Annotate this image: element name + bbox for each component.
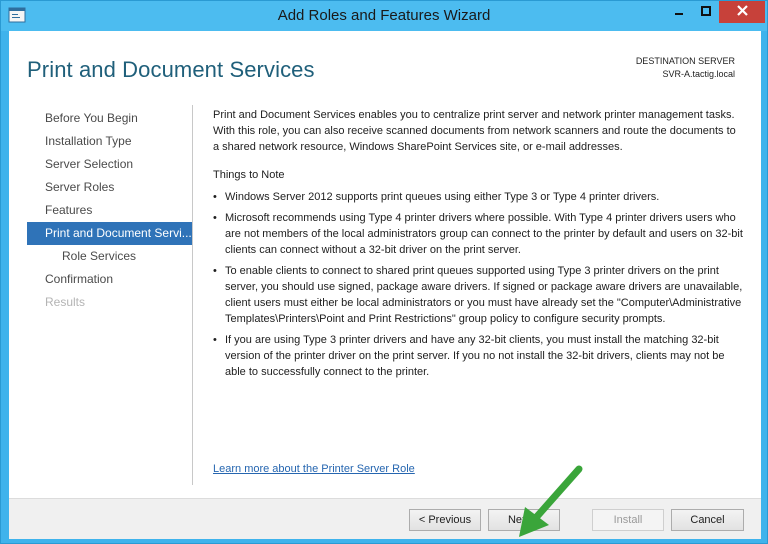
list-item: Microsoft recommends using Type 4 printe… <box>213 210 743 258</box>
nav-item-server-roles[interactable]: Server Roles <box>27 176 193 199</box>
nav-item-results: Results <box>45 295 86 309</box>
intro-text: Print and Document Services enables you … <box>213 109 736 153</box>
window-title: Add Roles and Features Wizard <box>277 7 491 24</box>
list-item: Windows Server 2012 supports print queue… <box>213 189 743 205</box>
notes-list: Windows Server 2012 supports print queue… <box>213 189 743 380</box>
nav-item-print-document-services[interactable]: Print and Document Servi... <box>27 222 193 245</box>
destination-label: DESTINATION SERVER <box>635 56 735 66</box>
notes-heading: Things to Note <box>213 169 285 181</box>
previous-button[interactable]: < Previous <box>409 509 481 531</box>
list-item: If you are using Type 3 printer drivers … <box>213 332 743 380</box>
wizard-window: Add Roles and Features Wizard Print and … <box>0 0 768 544</box>
nav-item-before-you-begin[interactable]: Before You Begin <box>27 107 193 130</box>
content-pane: Print and Document Services enables you … <box>213 107 743 385</box>
nav-item-confirmation[interactable]: Confirmation <box>27 268 193 291</box>
wizard-body: Print and Document Services DESTINATION … <box>9 31 761 539</box>
nav-item-installation-type[interactable]: Installation Type <box>27 130 193 153</box>
maximize-icon <box>701 3 711 21</box>
close-button[interactable] <box>719 1 765 23</box>
wizard-nav: Before You Begin Installation Type Serve… <box>27 107 193 314</box>
destination-server: DESTINATION SERVER SVR-A.tactig.local <box>636 55 735 81</box>
maximize-button[interactable] <box>693 1 719 23</box>
nav-item-role-services[interactable]: Role Services <box>27 245 193 268</box>
nav-divider <box>192 105 193 485</box>
install-button: Install <box>592 509 664 531</box>
cancel-button[interactable]: Cancel <box>671 509 744 531</box>
next-button[interactable]: Next > <box>488 509 560 531</box>
nav-item-server-selection[interactable]: Server Selection <box>27 153 193 176</box>
page-title: Print and Document Services <box>27 57 315 82</box>
button-bar: < Previous Next > Install Cancel <box>9 498 761 539</box>
list-item: To enable clients to connect to shared p… <box>213 263 743 327</box>
learn-more-link[interactable]: Learn more about the Printer Server Role <box>213 463 415 475</box>
minimize-button[interactable] <box>665 1 693 23</box>
nav-item-features[interactable]: Features <box>27 199 193 222</box>
title-bar[interactable]: Add Roles and Features Wizard <box>1 1 767 31</box>
close-icon <box>736 3 748 21</box>
destination-value: SVR-A.tactig.local <box>662 69 735 79</box>
minimize-icon <box>674 3 684 21</box>
